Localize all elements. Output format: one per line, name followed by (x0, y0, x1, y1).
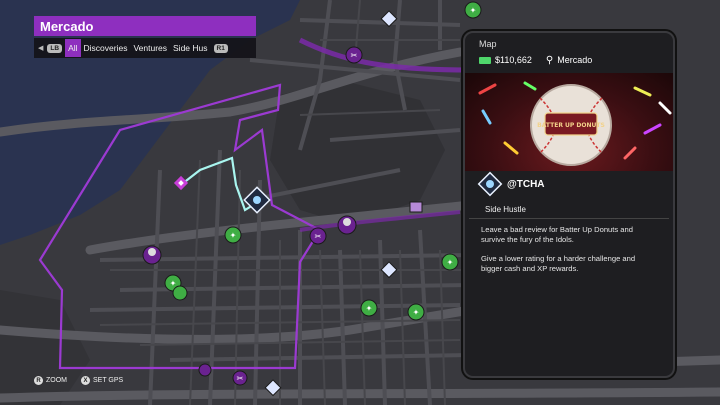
gig-name: @TCHA (507, 179, 545, 190)
gps-button-icon: X (81, 376, 90, 385)
control-hints: R ZOOM X SET GPS (34, 376, 137, 385)
gig-type-label: Side Hustle (469, 203, 669, 219)
svg-text:✂: ✂ (315, 232, 322, 241)
panel-meta: $110,662 ⚲ Mercado (479, 53, 659, 67)
game-map-screen: ✦ ✦ ✦ ✦ ✦ ✦ ✂ ✂ ✂ Mercado ◀ LB All Disco… (0, 0, 720, 405)
location-name: Mercado (557, 55, 593, 65)
filter-tab-side-hustles[interactable]: Side Hus (170, 39, 211, 57)
svg-text:✦: ✦ (470, 6, 477, 15)
description-paragraph: Give a lower rating for a harder challen… (481, 253, 636, 274)
svg-text:✦: ✦ (366, 304, 373, 313)
svg-text:✦: ✦ (230, 231, 237, 240)
set-gps-label: SET GPS (93, 377, 124, 384)
gig-info-panel: Map $110,662 ⚲ Mercado BATTER UP DONUTS … (463, 31, 675, 378)
map-header: Mercado ◀ LB All Discoveries Ventures Si… (34, 16, 256, 58)
gig-title-row: @TCHA (465, 171, 673, 203)
panel-header: Map $110,662 ⚲ Mercado (465, 33, 673, 67)
gig-description: Leave a bad review for Batter Up Donuts … (465, 219, 673, 289)
location-pin-icon: ⚲ (545, 54, 554, 66)
gig-type-icon (477, 171, 503, 197)
svg-text:✦: ✦ (413, 308, 420, 317)
svg-text:✦: ✦ (170, 279, 177, 288)
svg-text:✂: ✂ (237, 374, 244, 383)
lb-button-hint[interactable]: LB (47, 43, 63, 53)
gig-hero-image: BATTER UP DONUTS (465, 73, 673, 171)
panel-title: Map (479, 39, 497, 49)
zoom-button-icon: R (34, 376, 43, 385)
hero-logo-text: BATTER UP DONUTS (537, 122, 605, 129)
rb-button-hint[interactable]: R1 (213, 43, 228, 53)
zoom-label: ZOOM (46, 377, 67, 384)
filter-tab-discoveries[interactable]: Discoveries (81, 39, 131, 57)
filter-tab-all[interactable]: All (65, 39, 81, 57)
description-paragraph: Leave a bad review for Batter Up Donuts … (481, 225, 633, 245)
zoom-hint[interactable]: R ZOOM (34, 376, 67, 385)
activity-green-icon (172, 285, 188, 301)
region-title: Mercado (34, 16, 256, 36)
cash-amount: $110,662 (495, 55, 532, 65)
svg-text:✂: ✂ (351, 51, 358, 60)
cash-icon (479, 56, 491, 64)
svg-text:✦: ✦ (447, 258, 454, 267)
caret-left-icon: ◀ (38, 45, 44, 52)
set-gps-hint[interactable]: X SET GPS (81, 376, 123, 385)
filter-tab-ventures[interactable]: Ventures (130, 39, 170, 57)
filter-bar: ◀ LB All Discoveries Ventures Side Hus R… (34, 38, 256, 58)
